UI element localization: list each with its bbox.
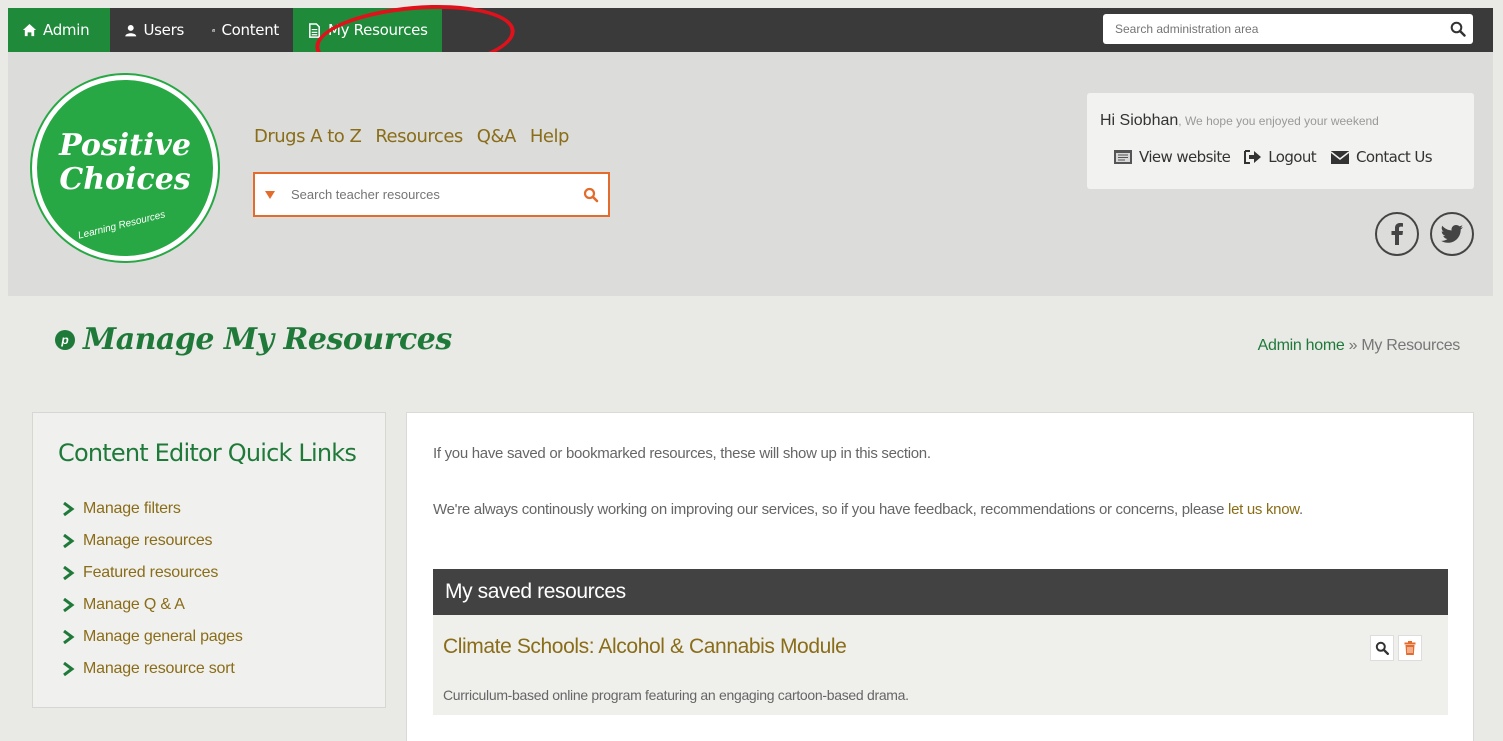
- positive-choices-mark-icon: p: [55, 329, 75, 350]
- view-website-label: View website: [1139, 148, 1231, 166]
- content-icon: [212, 28, 216, 32]
- breadcrumb-current: My Resources: [1361, 337, 1460, 354]
- tab-users[interactable]: Users: [110, 8, 198, 52]
- admin-toolbar: Admin Users Content My Resources: [8, 8, 1493, 52]
- quick-link-manage-filters[interactable]: Manage filters: [61, 493, 243, 525]
- envelope-icon: [1330, 151, 1350, 164]
- quick-link-featured-resources[interactable]: Featured resources: [61, 557, 243, 589]
- chevron-right-icon: [63, 662, 75, 676]
- admin-search-input[interactable]: [1103, 14, 1443, 44]
- logo-tagline: Learning Resources: [76, 209, 167, 242]
- saved-resources-heading: My saved resources: [433, 569, 1448, 615]
- resource-title-link[interactable]: Climate Schools: Alcohol & Cannabis Modu…: [443, 635, 847, 659]
- breadcrumb-separator: »: [1344, 337, 1362, 354]
- feedback-text: We're always continously working on impr…: [433, 497, 1433, 523]
- view-website-link[interactable]: View website: [1113, 148, 1231, 166]
- quick-link-label: Featured resources: [83, 564, 219, 581]
- tab-admin[interactable]: Admin: [8, 8, 110, 52]
- home-icon: [22, 23, 37, 36]
- teacher-search-input[interactable]: [285, 174, 574, 215]
- chevron-right-icon: [63, 630, 75, 644]
- breadcrumb-admin-home[interactable]: Admin home: [1258, 337, 1345, 354]
- user-name: Hi Siobhan: [1100, 112, 1179, 129]
- quick-link-manage-resource-sort[interactable]: Manage resource sort: [61, 653, 243, 685]
- main-content-panel: If you have saved or bookmarked resource…: [406, 412, 1474, 741]
- twitter-icon[interactable]: [1430, 212, 1474, 256]
- quick-link-label: Manage resource sort: [83, 660, 235, 677]
- user-icon: [125, 24, 137, 36]
- user-greeting: Hi Siobhan, We hope you enjoyed your wee…: [1100, 112, 1379, 130]
- quick-links-title: Content Editor Quick Links: [58, 439, 357, 467]
- quick-link-manage-qa[interactable]: Manage Q & A: [61, 589, 243, 621]
- nav-drugs-a-to-z[interactable]: Drugs A to Z: [254, 126, 362, 147]
- saved-resource-item: Climate Schools: Alcohol & Cannabis Modu…: [433, 615, 1448, 715]
- facebook-icon[interactable]: [1375, 212, 1419, 256]
- main-nav: Drugs A to Z Resources Q&A Help: [254, 126, 569, 147]
- chevron-right-icon: [63, 502, 75, 516]
- user-message: , We hope you enjoyed your weekend: [1178, 114, 1379, 128]
- nav-resources[interactable]: Resources: [375, 126, 463, 147]
- quick-links-panel: Content Editor Quick Links Manage filter…: [32, 412, 386, 708]
- quick-link-label: Manage general pages: [83, 628, 243, 645]
- page-title-block: p Manage My Resources: [55, 322, 452, 357]
- logo-line-1: Positive: [59, 128, 191, 163]
- site-logo[interactable]: Positive Choices Learning Resources: [32, 75, 218, 261]
- chevron-right-icon: [63, 534, 75, 548]
- chevron-right-icon: [63, 598, 75, 612]
- teacher-search-box: [253, 172, 610, 217]
- chevron-right-icon: [63, 566, 75, 580]
- tab-content-label: Content: [221, 21, 279, 39]
- intro-text: If you have saved or bookmarked resource…: [433, 445, 931, 462]
- logout-label: Logout: [1268, 148, 1317, 166]
- feedback-text-body: We're always continously working on impr…: [433, 501, 1229, 518]
- user-panel: Hi Siobhan, We hope you enjoyed your wee…: [1087, 93, 1474, 189]
- nav-qa[interactable]: Q&A: [477, 126, 517, 147]
- let-us-know-link[interactable]: let us know: [1228, 501, 1299, 518]
- quick-link-label: Manage resources: [83, 532, 213, 549]
- logout-link[interactable]: Logout: [1244, 148, 1317, 166]
- page-title: Manage My Resources: [83, 322, 452, 357]
- search-icon: [1375, 641, 1389, 655]
- tab-users-label: Users: [143, 21, 184, 39]
- monitor-icon: [1114, 150, 1132, 164]
- search-icon[interactable]: [1443, 21, 1473, 37]
- delete-resource-button[interactable]: [1398, 635, 1422, 661]
- contact-us-link[interactable]: Contact Us: [1330, 148, 1433, 166]
- contact-us-label: Contact Us: [1356, 148, 1433, 166]
- feedback-text-end: .: [1298, 501, 1303, 518]
- admin-search-box: [1103, 14, 1473, 44]
- quick-link-manage-general-pages[interactable]: Manage general pages: [61, 621, 243, 653]
- quick-link-label: Manage Q & A: [83, 596, 185, 613]
- tab-admin-label: Admin: [43, 21, 90, 39]
- resource-description: Curriculum-based online program featurin…: [443, 687, 909, 703]
- quick-link-manage-resources[interactable]: Manage resources: [61, 525, 243, 557]
- resource-actions: [1370, 635, 1422, 661]
- trash-icon: [1404, 641, 1416, 655]
- logo-line-2: Choices: [59, 162, 191, 197]
- search-icon[interactable]: [574, 187, 608, 203]
- view-resource-button[interactable]: [1370, 635, 1394, 661]
- tab-content[interactable]: Content: [198, 8, 293, 52]
- user-links: View website Logout Contact Us: [1113, 148, 1433, 166]
- nav-help[interactable]: Help: [530, 126, 570, 147]
- logout-icon: [1244, 150, 1262, 164]
- quick-links-list: Manage filters Manage resources Featured…: [61, 493, 243, 685]
- filter-dropdown-icon[interactable]: [255, 190, 285, 200]
- breadcrumb: Admin home » My Resources: [1258, 337, 1461, 355]
- quick-link-label: Manage filters: [83, 500, 181, 517]
